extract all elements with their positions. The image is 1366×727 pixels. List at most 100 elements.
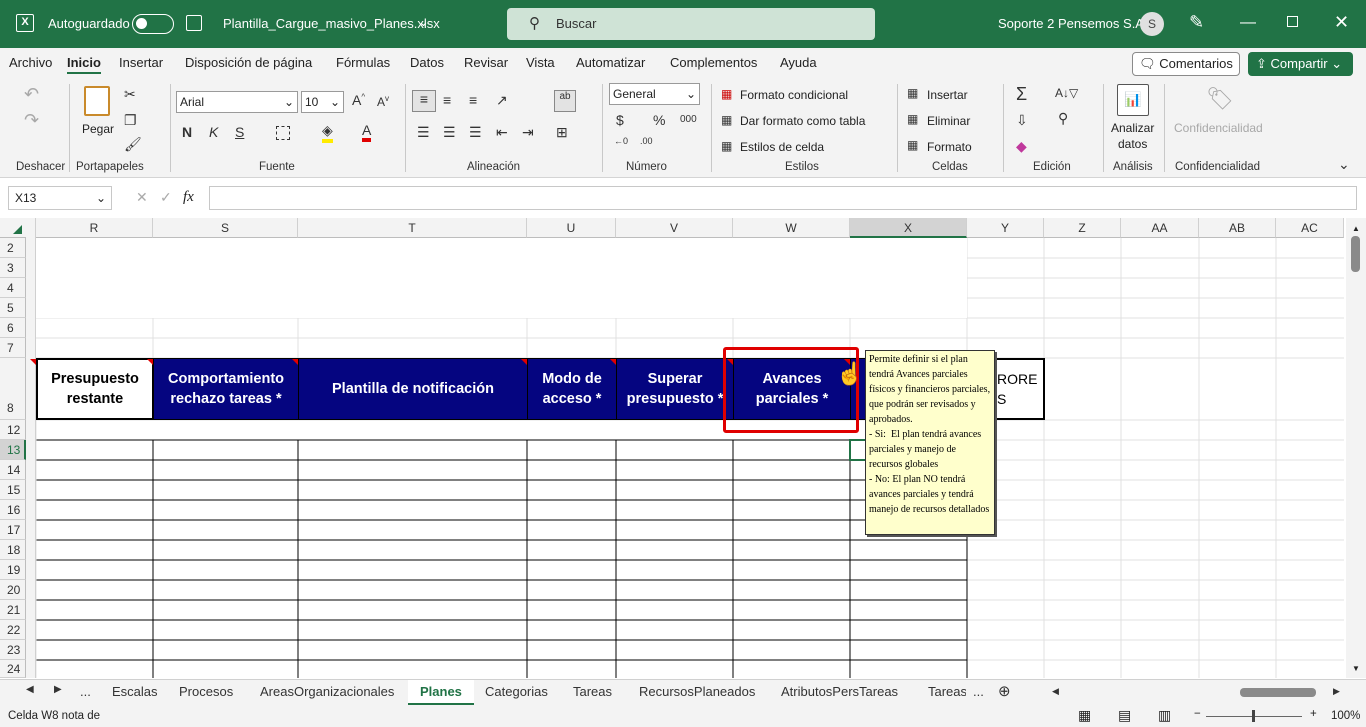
menu-complementos[interactable]: Complementos (670, 55, 757, 70)
column-header-aa[interactable]: AA (1121, 218, 1199, 238)
menu-ayuda[interactable]: Ayuda (780, 55, 817, 70)
close-icon[interactable]: ✕ (1334, 12, 1349, 33)
header-superar-presupuesto[interactable]: Superar presupuesto * (616, 358, 734, 420)
align-center-icon[interactable]: ☰ (443, 124, 456, 141)
shrink-font-icon[interactable]: Av (377, 94, 389, 109)
merge-center-icon[interactable]: ⊞ (556, 124, 568, 141)
wrap-text-icon[interactable]: ab (554, 90, 576, 112)
zoom-slider[interactable] (1206, 710, 1302, 722)
header-plantilla-notificacion[interactable]: Plantilla de notificación (298, 358, 528, 420)
header-comportamiento-rechazo[interactable]: Comportamiento rechazo tareas * (153, 358, 299, 420)
menu-disposicion[interactable]: Disposición de página (185, 55, 312, 70)
sheet-tab-recursos[interactable]: RecursosPlaneados (639, 684, 755, 699)
find-icon[interactable]: ⚲ (1058, 110, 1068, 127)
format-cells-button[interactable]: Formato (927, 140, 972, 154)
align-bottom-icon[interactable]: ≡ (469, 92, 477, 108)
row-header-21[interactable]: 21 (0, 600, 26, 620)
sheet-tab-tareas[interactable]: Tareas (573, 684, 612, 699)
column-header-x[interactable]: X (850, 218, 967, 238)
horizontal-scroll-thumb[interactable] (1240, 688, 1316, 697)
row-header-12[interactable]: 12 (0, 420, 26, 440)
column-header-z[interactable]: Z (1044, 218, 1121, 238)
user-name[interactable]: Soporte 2 Pensemos S.A. (998, 16, 1148, 31)
currency-icon[interactable]: $ (616, 112, 624, 128)
save-icon[interactable] (186, 15, 202, 31)
file-name[interactable]: Plantilla_Cargue_masivo_Planes.xlsx (223, 16, 440, 31)
cut-icon[interactable]: ✂ (124, 86, 136, 103)
page-break-icon[interactable]: ▥ (1158, 707, 1171, 724)
sheet-tab-escalas[interactable]: Escalas (112, 684, 158, 699)
analyze-data-label-2[interactable]: datos (1118, 137, 1147, 151)
row-header-17[interactable]: 17 (0, 520, 26, 540)
more-sheets-right[interactable]: ... (973, 684, 984, 699)
menu-archivo[interactable]: Archivo (9, 55, 52, 70)
cell-styles-button[interactable]: Estilos de celda (740, 140, 824, 154)
page-layout-icon[interactable]: ▤ (1118, 707, 1131, 724)
row-header-2[interactable]: 2 (0, 238, 26, 258)
analyze-data-icon[interactable]: 📊 (1117, 84, 1149, 116)
row-header-13[interactable]: 13 (0, 440, 26, 460)
align-top-icon[interactable]: ≡ (412, 90, 436, 112)
row-header-6[interactable]: 6 (0, 318, 26, 338)
row-header-18[interactable]: 18 (0, 540, 26, 560)
borders-icon[interactable] (276, 126, 290, 140)
autosum-icon[interactable]: Σ (1016, 84, 1027, 105)
cancel-icon[interactable]: ✕ (136, 189, 148, 206)
paste-label[interactable]: Pegar (82, 122, 114, 136)
column-header-s[interactable]: S (153, 218, 298, 238)
menu-inicio[interactable]: Inicio (67, 55, 101, 74)
menu-automatizar[interactable]: Automatizar (576, 55, 645, 70)
confirm-icon[interactable]: ✓ (160, 189, 172, 206)
row-header-5[interactable]: 5 (0, 298, 26, 318)
clear-icon[interactable]: ◆ (1016, 138, 1027, 155)
paste-icon[interactable] (84, 86, 110, 116)
font-size-select[interactable]: 10 ⌄ (301, 91, 344, 113)
comments-button[interactable]: 🗨 Comentarios (1132, 52, 1240, 76)
zoom-level[interactable]: 100% (1331, 710, 1360, 722)
scroll-down-icon[interactable]: ▼ (1352, 664, 1360, 673)
column-header-r[interactable]: R (36, 218, 153, 238)
fill-icon[interactable]: ⇩ (1016, 112, 1028, 129)
autosave-toggle[interactable] (132, 14, 174, 34)
insert-function-button[interactable]: fx (183, 189, 194, 206)
pen-icon[interactable]: ✎ (1189, 12, 1204, 33)
increase-decimal-icon[interactable]: ←0 (614, 136, 628, 146)
row-header-4[interactable]: 4 (0, 278, 26, 298)
hscroll-left-icon[interactable]: ◀ (1052, 686, 1059, 697)
format-painter-icon[interactable]: 🖌 (124, 136, 142, 153)
row-header-15[interactable]: 15 (0, 480, 26, 500)
undo-icon[interactable]: ↶ (24, 84, 39, 105)
indent-icon[interactable]: ⇤ (496, 124, 508, 141)
conditional-format-button[interactable]: Formato condicional (740, 88, 848, 102)
column-header-u[interactable]: U (527, 218, 616, 238)
decrease-decimal-icon[interactable]: .00 (640, 136, 653, 146)
font-name-select[interactable]: Arial ⌄ (176, 91, 298, 113)
sheet-tab-atributos[interactable]: AtributosPersTareas (781, 684, 898, 699)
prev-sheet-icon[interactable]: ◀ (26, 684, 34, 695)
copy-icon[interactable]: ❐ (124, 112, 137, 129)
menu-vista[interactable]: Vista (526, 55, 555, 70)
percent-icon[interactable]: % (653, 112, 665, 128)
row-header-14[interactable]: 14 (0, 460, 26, 480)
select-all-corner[interactable] (0, 218, 27, 238)
insert-cells-button[interactable]: Insertar (927, 88, 968, 102)
collapse-ribbon-icon[interactable]: ⌄ (1338, 156, 1350, 173)
row-header-3[interactable]: 3 (0, 258, 26, 278)
row-header-24[interactable]: 24 (0, 660, 26, 678)
column-header-w[interactable]: W (733, 218, 850, 238)
vertical-scrollbar[interactable]: ▲ ▼ (1346, 218, 1366, 678)
zoom-out-icon[interactable]: − (1194, 708, 1201, 720)
column-header-ab[interactable]: AB (1199, 218, 1276, 238)
align-right-icon[interactable]: ☰ (469, 124, 482, 141)
scroll-thumb[interactable] (1351, 236, 1360, 272)
name-box[interactable]: X13 ⌄ (8, 186, 112, 210)
hscroll-right-icon[interactable]: ▶ (1333, 686, 1340, 697)
maximize-icon[interactable] (1287, 16, 1298, 27)
italic-button[interactable]: K (209, 124, 218, 140)
underline-button[interactable]: S (235, 124, 244, 140)
more-sheets-left[interactable]: ... (80, 684, 91, 699)
row-header-19[interactable]: 19 (0, 560, 26, 580)
minimize-icon[interactable]: — (1240, 14, 1256, 32)
zoom-in-icon[interactable]: + (1310, 708, 1317, 720)
scroll-up-icon[interactable]: ▲ (1352, 224, 1360, 233)
